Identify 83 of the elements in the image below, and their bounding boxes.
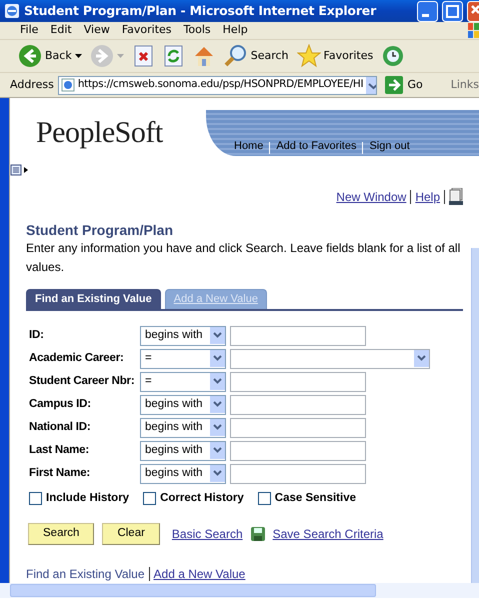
- dropdown-caret-icon[interactable]: [74, 54, 82, 58]
- toolbar-button[interactable]: Search: [220, 44, 293, 68]
- windows-logo-icon: [467, 22, 479, 39]
- operator-dropdown[interactable]: begins with: [140, 440, 226, 461]
- browser-icon: [4, 3, 20, 19]
- toolbar-button[interactable]: Favorites: [292, 44, 378, 68]
- page-link[interactable]: Help: [415, 188, 440, 206]
- field-label: Campus ID:: [29, 397, 92, 412]
- input-field[interactable]: [230, 372, 366, 392]
- action-button[interactable]: Search: [28, 523, 94, 545]
- checkbox-label: Include History: [46, 490, 130, 506]
- go-button[interactable]: Go: [385, 76, 423, 94]
- field-label: Academic Career:: [29, 351, 125, 366]
- horizontal-scrollbar[interactable]: [0, 583, 479, 598]
- tab[interactable]: Find an Existing Value: [26, 289, 161, 309]
- value-dropdown[interactable]: [230, 348, 430, 369]
- operator-dropdown[interactable]: begins with: [140, 394, 226, 415]
- operator-dropdown[interactable]: begins with: [140, 464, 226, 484]
- stop-icon[interactable]: [132, 44, 154, 68]
- address-field[interactable]: https://cmsweb.sonoma.edu/psp/HSONPRD/EMPLOYEE/HI: [58, 76, 378, 94]
- star-icon: [296, 44, 321, 68]
- caret-icon: [210, 373, 225, 390]
- arrow-icon: [385, 76, 404, 94]
- menu-item[interactable]: View: [78, 22, 116, 39]
- basic-search-link[interactable]: Basic Search: [172, 525, 243, 544]
- checkbox[interactable]: [258, 492, 271, 506]
- refresh-icon[interactable]: [162, 44, 184, 68]
- save-search-link[interactable]: Save Search Criteria: [272, 525, 384, 544]
- checkbox[interactable]: [143, 492, 156, 506]
- instructions: Enter any information you have and click Search. Leave fields blank for a list of all values.: [26, 240, 462, 276]
- links-button[interactable]: Links: [450, 76, 479, 94]
- field-label: ID:: [29, 328, 45, 344]
- caret-icon: [414, 350, 429, 368]
- page-link[interactable]: New Window: [336, 188, 406, 206]
- checkbox-label: Correct History: [160, 490, 244, 506]
- menu-item[interactable]: Edit: [44, 22, 78, 39]
- caret-icon: [210, 350, 225, 368]
- http-document-icon[interactable]: [449, 188, 463, 206]
- menu-item[interactable]: Tools: [178, 22, 217, 39]
- operator-dropdown[interactable]: begins with: [140, 418, 226, 438]
- caret-icon: [210, 327, 225, 344]
- field-label: First Name:: [29, 466, 92, 482]
- caret-icon: [210, 465, 225, 482]
- header-link[interactable]: Home: [234, 138, 264, 154]
- window-title: Student Program/Plan - Microsoft Internet Explorer: [24, 2, 378, 20]
- caret-icon: [210, 396, 225, 414]
- footer-link[interactable]: Find an Existing Value: [26, 565, 145, 583]
- dropdown-arrow-icon: [366, 76, 376, 94]
- caret-icon: [210, 442, 225, 460]
- checkbox-label: Case Sensitive: [274, 490, 356, 506]
- maximize-button[interactable]: [442, 0, 463, 22]
- menu-toggle-icon[interactable]: [10, 164, 30, 176]
- field-label: National ID:: [29, 420, 92, 436]
- menu-item[interactable]: File: [14, 22, 44, 39]
- menu-item[interactable]: Favorites: [116, 22, 178, 39]
- field-label: Last Name:: [29, 443, 90, 458]
- toolbar-button[interactable]: Back: [14, 44, 86, 68]
- operator-dropdown[interactable]: =: [140, 348, 226, 369]
- page-title: Student Program/Plan: [26, 222, 174, 240]
- caret-icon: [210, 419, 225, 436]
- input-field[interactable]: [230, 394, 366, 415]
- field-label: Student Career Nbr:: [29, 374, 136, 390]
- input-field[interactable]: [230, 418, 366, 438]
- action-button[interactable]: Clear: [102, 523, 160, 545]
- page-icon: [60, 78, 75, 92]
- scrollbar[interactable]: [471, 248, 479, 583]
- input-field[interactable]: [230, 464, 366, 484]
- checkbox[interactable]: [29, 492, 42, 506]
- header-link[interactable]: Sign out: [369, 138, 410, 154]
- operator-dropdown[interactable]: begins with: [140, 326, 226, 346]
- close-button[interactable]: [467, 0, 479, 22]
- footer-link[interactable]: Add a New Value: [154, 565, 246, 583]
- history-icon[interactable]: [381, 44, 406, 68]
- menu-item[interactable]: Help: [216, 22, 254, 39]
- input-field[interactable]: [230, 440, 366, 461]
- operator-dropdown[interactable]: =: [140, 372, 226, 392]
- search-icon: [224, 44, 248, 68]
- logo: PeopleSoft: [35, 115, 164, 151]
- header-link[interactable]: Add to Favorites: [276, 138, 356, 154]
- minimize-button[interactable]: [417, 0, 438, 22]
- address-label: Address: [10, 76, 54, 93]
- input-field[interactable]: [230, 326, 366, 346]
- save-icon[interactable]: [250, 527, 265, 542]
